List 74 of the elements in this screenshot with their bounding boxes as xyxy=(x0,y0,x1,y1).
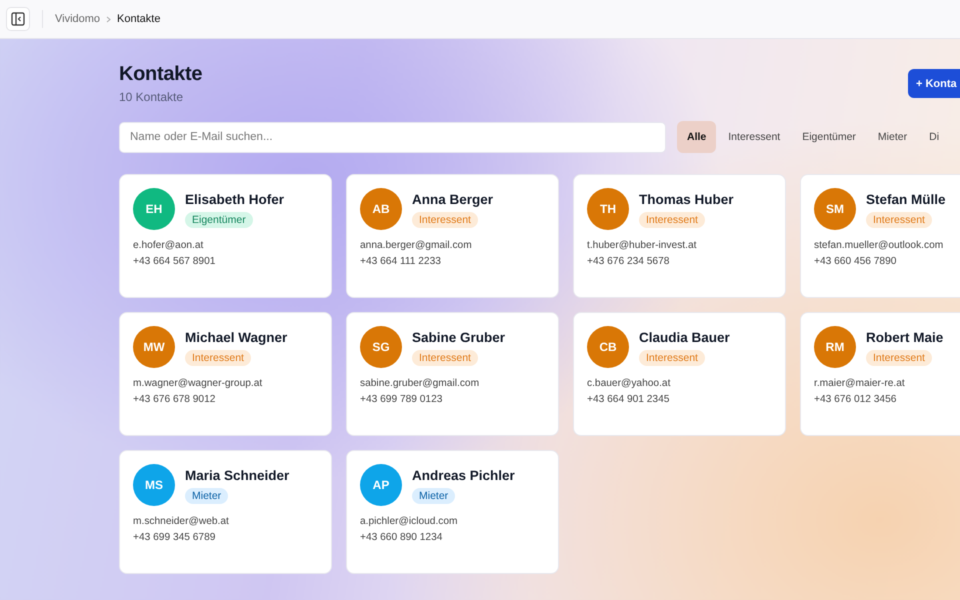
role-badge: Mieter xyxy=(185,488,228,504)
role-badge: Interessent xyxy=(412,212,478,228)
contact-email: c.bauer@yahoo.at xyxy=(587,378,672,389)
contact-card[interactable]: TH Thomas Huber Interessent t.huber@huber-invest.at +43 676 234 5678 xyxy=(573,174,786,298)
contact-email: e.hofer@aon.at xyxy=(133,240,204,251)
contact-count: 10 Kontakte xyxy=(119,90,184,104)
add-contact-button[interactable]: + Konta xyxy=(908,69,960,98)
contact-email: sabine.gruber@gmail.com xyxy=(360,378,480,389)
role-badge: Interessent xyxy=(866,350,932,366)
sidebar-toggle-button[interactable] xyxy=(6,7,30,31)
contact-name: Stefan Mülle xyxy=(866,192,946,207)
contact-email: stefan.mueller@outlook.com xyxy=(814,240,944,251)
breadcrumb-current: Kontakte xyxy=(117,13,160,25)
contact-phone: +43 676 234 5678 xyxy=(587,256,670,267)
search-field[interactable]: Name oder E-Mail suchen... xyxy=(119,122,666,152)
contact-card[interactable]: MS Maria Schneider Mieter m.schneider@web.at +43 699 345 6789 xyxy=(119,450,332,574)
contact-name: Thomas Huber xyxy=(639,192,734,207)
contact-phone: +43 676 012 3456 xyxy=(814,394,898,405)
breadcrumb-link[interactable]: Vividomo xyxy=(55,13,100,25)
avatar-initials: RM xyxy=(814,326,856,368)
contact-email: a.pichler@icloud.com xyxy=(360,516,459,527)
contact-name: Sabine Gruber xyxy=(412,330,506,345)
contact-name: Robert Maie xyxy=(866,330,944,345)
avatar-initials: EH xyxy=(133,188,175,230)
contact-phone: +43 664 111 2233 xyxy=(360,256,442,267)
contact-phone: +43 664 567 8901 xyxy=(133,256,216,267)
filter-tab[interactable]: Eigentümer xyxy=(792,121,866,153)
contact-card[interactable]: MW Michael Wagner Interessent m.wagner@wagner-group.at +43 676 678 9012 xyxy=(119,312,332,436)
role-badge: Eigentümer xyxy=(185,212,253,228)
contact-name: Claudia Bauer xyxy=(639,330,730,345)
role-badge: Interessent xyxy=(866,212,932,228)
avatar-initials: SM xyxy=(814,188,856,230)
contact-card[interactable]: AB Anna Berger Interessent anna.berger@gmail.com +43 664 111 2233 xyxy=(346,174,559,298)
contact-name: Anna Berger xyxy=(412,192,494,207)
role-badge: Interessent xyxy=(412,350,478,366)
avatar-initials: MW xyxy=(133,326,175,368)
contact-card[interactable]: SG Sabine Gruber Interessent sabine.gruber@gmail.com +43 699 789 0123 xyxy=(346,312,559,436)
contact-email: anna.berger@gmail.com xyxy=(360,240,473,251)
contact-name: Elisabeth Hofer xyxy=(185,192,284,207)
contact-email: t.huber@huber-invest.at xyxy=(587,240,698,251)
filter-tab[interactable]: Mieter xyxy=(868,121,918,153)
breadcrumb-separator-icon xyxy=(106,16,112,22)
avatar-initials: MS xyxy=(133,464,175,506)
contact-phone: +43 660 456 7890 xyxy=(814,256,898,267)
contact-phone: +43 664 901 2345 xyxy=(587,394,670,405)
avatar-initials: AB xyxy=(360,188,402,230)
contact-phone: +43 660 890 1234 xyxy=(360,532,444,543)
contact-email: m.wagner@wagner-group.at xyxy=(133,378,264,389)
sidebar-toggle-icon xyxy=(11,12,25,26)
contact-card[interactable]: AP Andreas Pichler Mieter a.pichler@icloud.com +43 660 890 1234 xyxy=(346,450,559,574)
contact-card[interactable]: SM Stefan Mülle Interessent stefan.mueller@outlook.com +43 660 456 7890 xyxy=(800,174,960,298)
filter-tab[interactable]: Alle xyxy=(677,121,716,153)
role-badge: Interessent xyxy=(185,350,251,366)
role-badge: Mieter xyxy=(412,488,456,504)
contact-phone: +43 699 789 0123 xyxy=(360,394,444,405)
contact-name: Michael Wagner xyxy=(185,330,288,345)
filter-tab[interactable]: Interessent xyxy=(718,121,790,153)
avatar-initials: AP xyxy=(360,464,402,506)
filter-tab[interactable]: Di xyxy=(919,121,950,153)
contact-name: Andreas Pichler xyxy=(412,468,515,483)
contact-phone: +43 676 678 9012 xyxy=(133,394,216,405)
avatar-initials: SG xyxy=(360,326,402,368)
role-badge: Interessent xyxy=(639,350,705,366)
contact-phone: +43 699 345 6789 xyxy=(133,532,216,543)
contact-card[interactable]: EH Elisabeth Hofer Eigentümer e.hofer@aon.at +43 664 567 8901 xyxy=(119,174,332,298)
role-badge: Interessent xyxy=(639,212,705,228)
contact-email: r.maier@maier-re.at xyxy=(814,378,906,389)
contact-email: m.schneider@web.at xyxy=(133,516,230,527)
contact-name: Maria Schneider xyxy=(185,468,290,483)
contact-card[interactable]: CB Claudia Bauer Interessent c.bauer@yahoo.at +43 664 901 2345 xyxy=(573,312,786,436)
contact-card[interactable]: RM Robert Maie Interessent r.maier@maier-re.at +43 676 012 3456 xyxy=(800,312,960,436)
avatar-initials: TH xyxy=(587,188,629,230)
page-title: Kontakte xyxy=(119,63,202,86)
avatar-initials: CB xyxy=(587,326,629,368)
